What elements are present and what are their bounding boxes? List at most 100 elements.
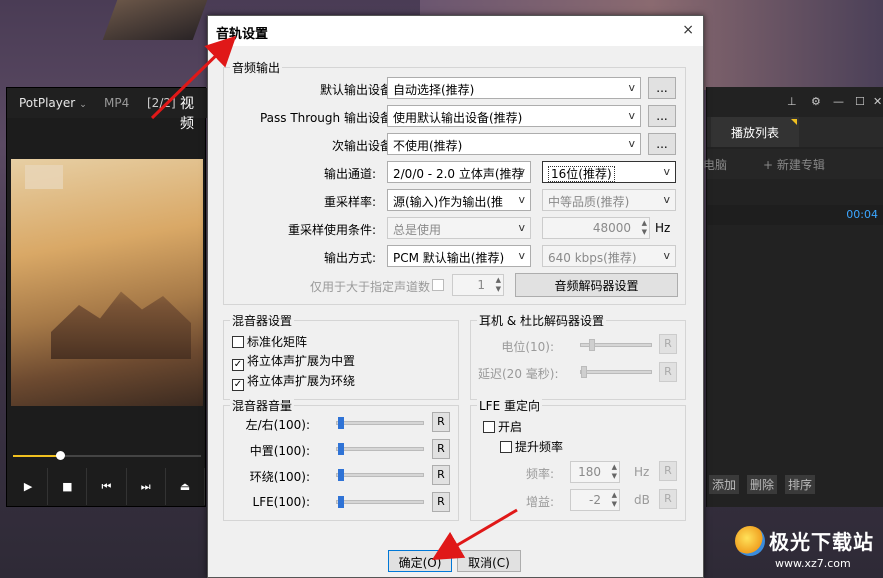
center-volume-slider[interactable] bbox=[336, 443, 424, 455]
sample-rate-input[interactable]: 48000 ▲ ▼ bbox=[542, 217, 650, 239]
playlist-subtabs: 电脑 + 新建专辑 bbox=[703, 149, 883, 179]
surround-reset-button[interactable]: R bbox=[432, 465, 450, 485]
spinner-arrows-icon[interactable]: ▲ ▼ bbox=[612, 491, 617, 509]
surround-volume-slider[interactable] bbox=[336, 469, 424, 481]
play-icon[interactable]: ▶ bbox=[9, 468, 49, 505]
pin-icon[interactable]: ⊥ bbox=[787, 95, 797, 108]
center-expand-checkbox[interactable]: ✓ 将立体声扩展为中置 bbox=[232, 352, 355, 371]
group-title: LFE 重定向 bbox=[477, 397, 542, 414]
channel-count-input[interactable]: 1 ▲ ▼ bbox=[452, 274, 504, 296]
chevron-down-icon: v bbox=[663, 193, 670, 206]
resample-select[interactable]: 源(输入)作为输出(推 v bbox=[387, 189, 531, 211]
lr-volume-slider-thumb[interactable] bbox=[338, 417, 344, 429]
surround-expand-checkbox[interactable]: ✓ 将立体声扩展为环绕 bbox=[232, 372, 355, 391]
passthrough-select[interactable]: 使用默认输出设备(推荐) v bbox=[387, 105, 641, 127]
secondary-device-select[interactable]: 不使用(推荐) v bbox=[387, 133, 641, 155]
boost-frequency-checkbox[interactable]: 提升频率 bbox=[500, 438, 563, 455]
player-menu-button[interactable]: PotPlayer ⌄ bbox=[19, 96, 87, 110]
level-slider[interactable] bbox=[580, 339, 652, 351]
lfe-volume-slider-thumb[interactable] bbox=[338, 496, 344, 508]
resample-condition-label: 重采样使用条件: bbox=[287, 223, 376, 237]
playlist-tabs: 播放列表 bbox=[707, 117, 883, 147]
list-item[interactable]: 00:04 bbox=[707, 205, 883, 225]
bitrate-select[interactable]: 640 kbps(推荐) v bbox=[542, 245, 676, 267]
center-volume-label: 中置(100): bbox=[249, 444, 310, 458]
ok-button[interactable]: 确定(O) bbox=[388, 550, 452, 572]
normalize-matrix-checkbox[interactable]: 标准化矩阵 bbox=[232, 333, 307, 350]
lfe-reset-button[interactable]: R bbox=[432, 492, 450, 512]
surround-volume-slider-thumb[interactable] bbox=[338, 469, 344, 481]
video-watermark bbox=[25, 165, 63, 189]
passthrough-browse-button[interactable]: ... bbox=[648, 105, 676, 127]
next-icon[interactable]: ⏭ bbox=[127, 468, 166, 505]
cancel-button[interactable]: 取消(C) bbox=[457, 550, 521, 572]
player-titlebar[interactable]: PotPlayer ⌄ MP4 [2/2] 视频 bbox=[7, 88, 207, 132]
minimize-icon[interactable]: — bbox=[833, 95, 844, 108]
center-reset-button[interactable]: R bbox=[432, 439, 450, 459]
delete-button[interactable]: 删除 bbox=[747, 475, 778, 494]
channel-select[interactable]: 2/0/0 - 2.0 立体声(推荐 v bbox=[387, 161, 531, 183]
add-button[interactable]: 添加 bbox=[709, 475, 740, 494]
dialog-title: 音轨设置 bbox=[216, 27, 269, 42]
spinner-arrows-icon[interactable]: ▲ ▼ bbox=[642, 219, 647, 237]
group-title: 混音器音量 bbox=[230, 397, 295, 414]
secondary-device-label: 次输出设备: bbox=[331, 139, 396, 153]
quality-select[interactable]: 中等品质(推荐) v bbox=[542, 189, 676, 211]
lr-volume-label: 左/右(100): bbox=[245, 418, 310, 432]
center-expand-label: 将立体声扩展为中置 bbox=[247, 354, 356, 368]
sort-button[interactable]: 排序 bbox=[785, 475, 816, 494]
lr-reset-button[interactable]: R bbox=[432, 412, 450, 432]
resample-condition-select[interactable]: 总是使用 v bbox=[387, 217, 531, 239]
chevron-down-icon: v bbox=[518, 165, 525, 178]
video-buildings bbox=[51, 291, 191, 359]
gain-label: 增益: bbox=[525, 495, 554, 509]
seek-handle[interactable] bbox=[56, 451, 65, 460]
eject-icon[interactable]: ⏏ bbox=[166, 468, 206, 505]
close-icon[interactable]: ✕ bbox=[873, 95, 882, 108]
spinner-arrows-icon[interactable]: ▲ ▼ bbox=[496, 276, 501, 294]
bit-depth-select[interactable]: 16位(推荐) v bbox=[542, 161, 676, 183]
output-mode-select[interactable]: PCM 默认输出(推荐) v bbox=[387, 245, 531, 267]
level-slider-thumb[interactable] bbox=[589, 339, 595, 351]
settings-icon[interactable]: ⚙ bbox=[811, 95, 821, 108]
close-icon[interactable]: × bbox=[682, 22, 694, 38]
frequency-reset-button[interactable]: R bbox=[659, 461, 677, 481]
default-device-browse-button[interactable]: ... bbox=[648, 77, 676, 99]
player-brand: PotPlayer bbox=[19, 96, 76, 110]
center-volume-slider-thumb[interactable] bbox=[338, 443, 344, 455]
check-icon: ✓ bbox=[232, 359, 244, 371]
subtab-computer[interactable]: 电脑 bbox=[703, 156, 727, 173]
delay-reset-button[interactable]: R bbox=[659, 362, 677, 382]
chevron-down-icon: v bbox=[518, 249, 525, 262]
seek-bar[interactable] bbox=[13, 451, 201, 460]
lfe-enable-checkbox[interactable]: 开启 bbox=[483, 418, 522, 435]
level-label: 电位(10): bbox=[501, 340, 554, 354]
video-area[interactable] bbox=[11, 159, 203, 406]
delay-label: 延迟(20 毫秒): bbox=[478, 367, 559, 381]
maximize-icon[interactable]: ☐ bbox=[855, 95, 865, 108]
previous-icon[interactable]: ⏮ bbox=[87, 468, 127, 505]
new-album-button[interactable]: + 新建专辑 bbox=[763, 156, 825, 173]
seek-fill bbox=[13, 455, 60, 457]
dialog-titlebar[interactable]: 音轨设置 × bbox=[208, 16, 703, 46]
stop-icon[interactable]: ■ bbox=[48, 468, 88, 505]
watermark-url: www.xz7.com bbox=[775, 557, 851, 570]
audio-decoder-settings-button[interactable]: 音频解码器设置 bbox=[515, 273, 678, 297]
tab-playlist[interactable]: 播放列表 bbox=[711, 117, 799, 147]
channel-label: 输出通道: bbox=[323, 167, 376, 181]
lr-volume-slider[interactable] bbox=[336, 417, 424, 429]
gain-reset-button[interactable]: R bbox=[659, 489, 677, 509]
lfe-volume-slider[interactable] bbox=[336, 496, 424, 508]
default-device-select[interactable]: 自动选择(推荐) v bbox=[387, 77, 641, 99]
delay-slider-thumb[interactable] bbox=[581, 366, 587, 378]
level-reset-button[interactable]: R bbox=[659, 334, 677, 354]
spinner-arrows-icon[interactable]: ▲ ▼ bbox=[612, 463, 617, 481]
secondary-browse-button[interactable]: ... bbox=[648, 133, 676, 155]
channel-count-checkbox[interactable] bbox=[432, 278, 447, 292]
watermark-logo-icon bbox=[735, 526, 765, 556]
audio-settings-dialog: 音轨设置 × 音频输出 默认输出设备: 自动选择(推荐) v ... Pass T… bbox=[207, 15, 704, 578]
delay-slider[interactable] bbox=[580, 366, 652, 378]
item-duration: 00:04 bbox=[846, 208, 878, 221]
frequency-input[interactable]: 180 ▲ ▼ bbox=[570, 461, 620, 483]
gain-input[interactable]: -2 ▲ ▼ bbox=[570, 489, 620, 511]
